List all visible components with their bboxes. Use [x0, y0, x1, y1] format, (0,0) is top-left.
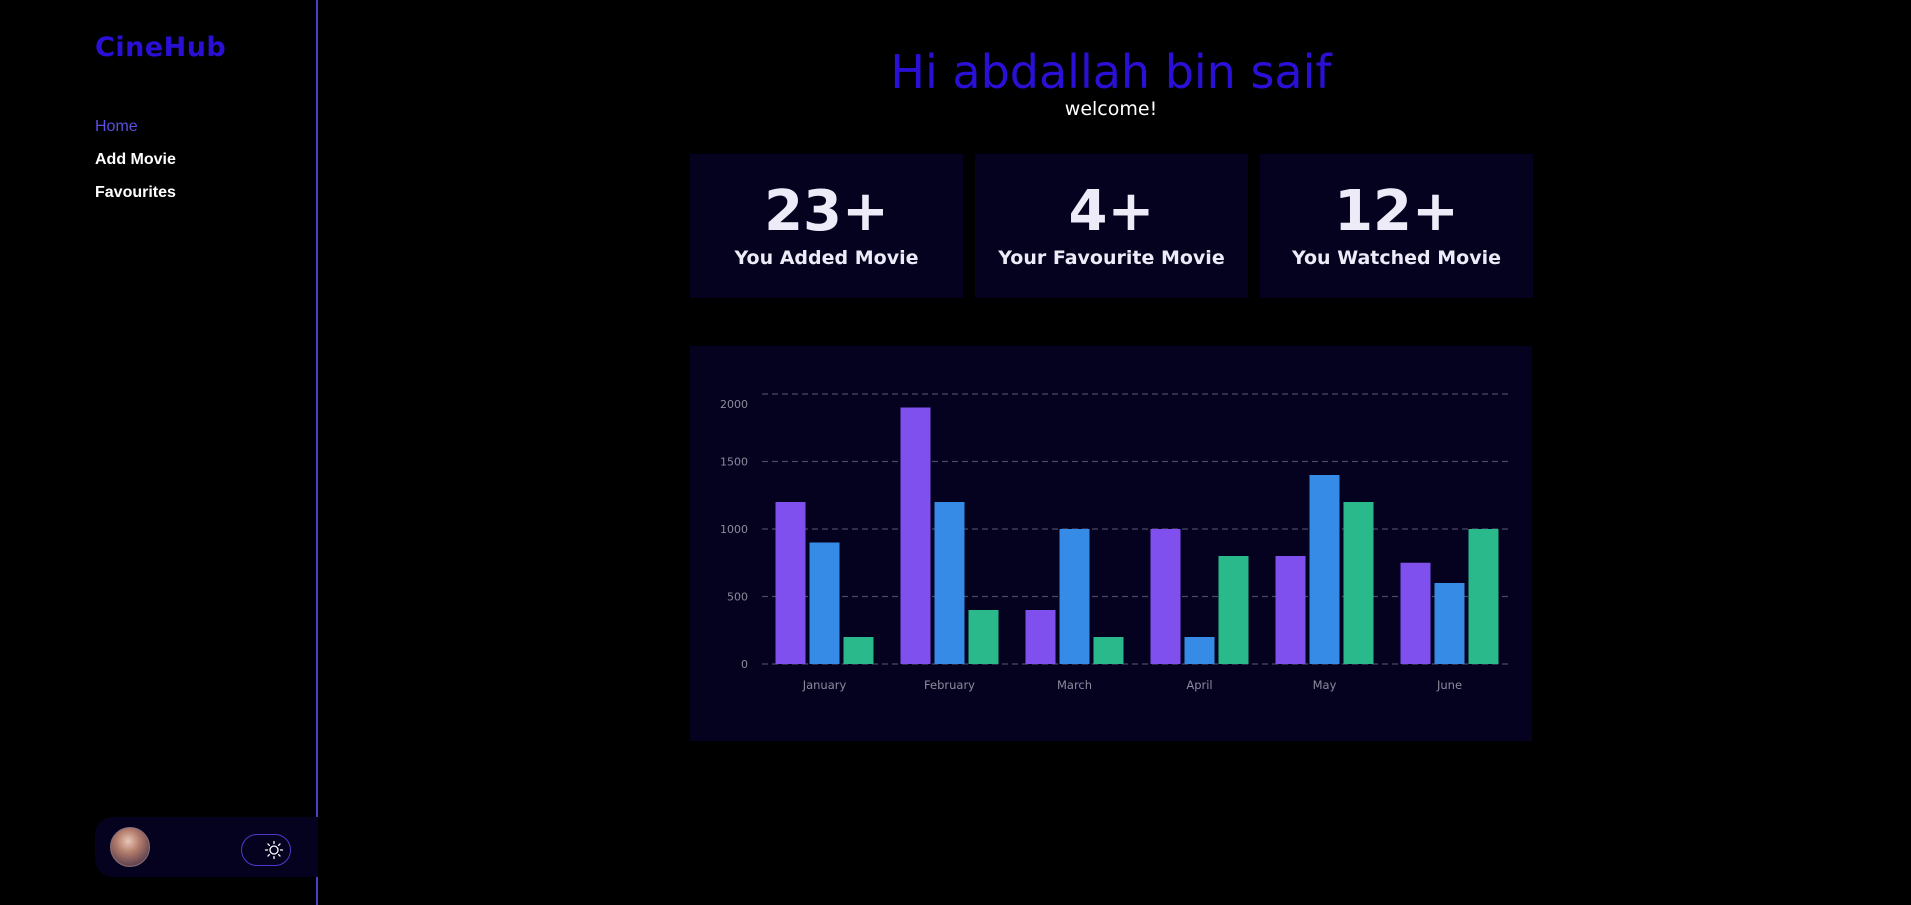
stat-value: 23+ [764, 179, 889, 244]
stat-value: 4+ [1068, 179, 1155, 244]
bar[interactable] [1434, 583, 1465, 664]
sidebar-item-home[interactable]: Home [95, 116, 176, 149]
bar[interactable] [900, 407, 931, 665]
y-tick-label: 1500 [720, 456, 748, 469]
y-tick-label: 1000 [720, 523, 748, 536]
stat-card-watched: 12+ You Watched Movie [1260, 154, 1533, 298]
x-tick-label: May [1313, 678, 1337, 692]
page-subtitle: welcome! [1064, 98, 1158, 120]
stat-label: You Watched Movie [1291, 247, 1502, 269]
bar[interactable] [775, 502, 806, 664]
bar[interactable] [809, 542, 840, 665]
bar[interactable] [1343, 502, 1374, 664]
bar[interactable] [1093, 637, 1124, 664]
bar[interactable] [1309, 475, 1340, 664]
stat-card-added: 23+ You Added Movie [690, 154, 963, 298]
y-tick-label: 500 [727, 591, 748, 604]
bar[interactable] [934, 502, 965, 664]
chart-panel: 0 500 1000 1500 2000 January February March Apri… [690, 346, 1532, 741]
sidebar-nav: Home Add Movie Favourites [95, 116, 176, 215]
bar[interactable] [1400, 562, 1431, 664]
x-tick-label: June [1436, 678, 1462, 692]
bar[interactable] [1184, 637, 1215, 664]
main-content: Hi abdallah bin saif welcome! 23+ You Ad… [320, 0, 1911, 905]
stat-value: 12+ [1334, 179, 1459, 244]
stat-card-favourite: 4+ Your Favourite Movie [975, 154, 1248, 298]
sidebar: CineHub Home Add Movie Favourites [0, 0, 318, 905]
x-tick-label: January [802, 678, 847, 692]
bar[interactable] [843, 637, 874, 664]
page-title: Hi abdallah bin saif [890, 45, 1332, 99]
user-avatar[interactable] [110, 827, 150, 867]
bar[interactable] [1150, 529, 1181, 664]
bar-chart: 0 500 1000 1500 2000 January February March Apri… [720, 393, 1512, 692]
y-tick-label: 0 [741, 658, 748, 671]
x-tick-label: April [1186, 678, 1212, 692]
bar[interactable] [968, 610, 999, 664]
user-panel [95, 817, 318, 877]
bar[interactable] [1059, 529, 1090, 664]
bar[interactable] [1025, 610, 1056, 664]
bar[interactable] [1218, 556, 1249, 664]
stat-label: You Added Movie [734, 247, 919, 269]
theme-toggle[interactable] [241, 834, 291, 866]
sun-icon [264, 840, 284, 860]
x-tick-label: February [924, 678, 975, 692]
app-logo[interactable]: CineHub [95, 32, 226, 63]
bar[interactable] [1468, 529, 1499, 664]
bar[interactable] [1275, 556, 1306, 664]
sidebar-item-favourites[interactable]: Favourites [95, 182, 176, 215]
x-tick-label: March [1057, 678, 1092, 692]
stat-label: Your Favourite Movie [998, 247, 1225, 269]
sidebar-item-add-movie[interactable]: Add Movie [95, 149, 176, 182]
y-tick-label: 2000 [720, 398, 748, 411]
